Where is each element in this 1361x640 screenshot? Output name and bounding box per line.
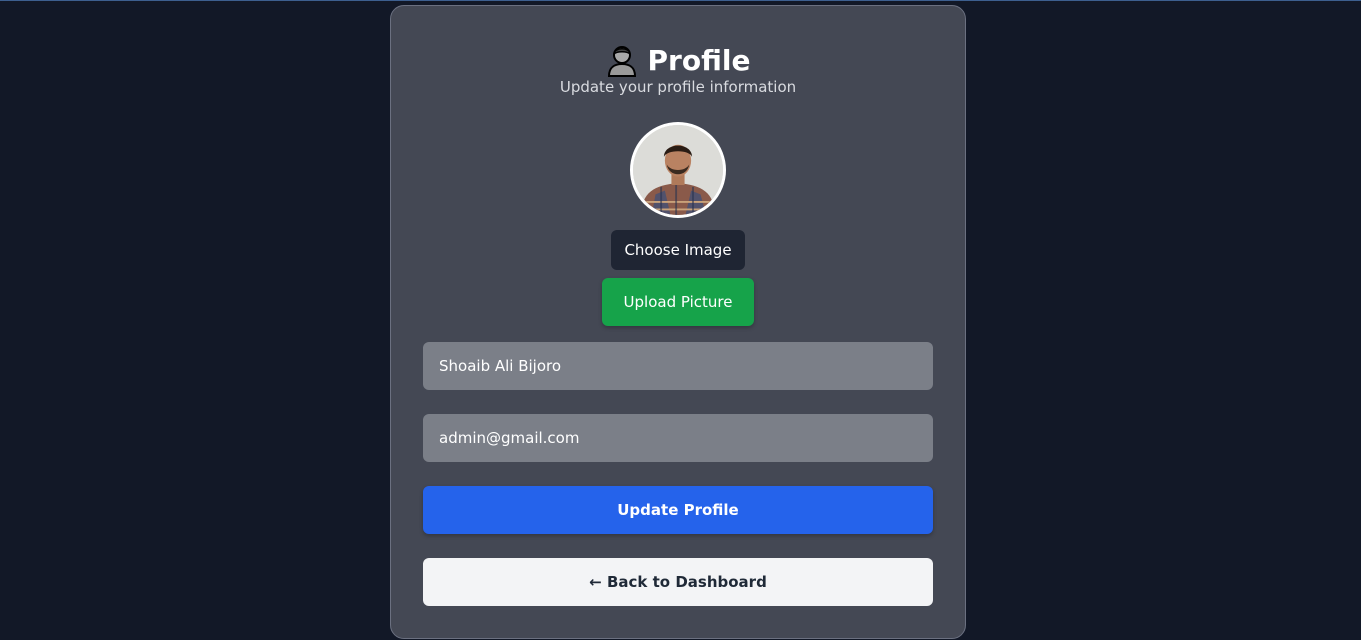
upload-picture-button[interactable]: Upload Picture — [602, 278, 754, 326]
avatar — [630, 122, 726, 218]
title-text: Profile — [647, 43, 751, 77]
choose-image-button[interactable]: Choose Image — [611, 230, 745, 270]
top-border-line — [0, 0, 1361, 1]
email-field[interactable] — [423, 414, 933, 462]
page-subtitle: Update your profile information — [559, 78, 797, 96]
profile-card: Profile Update your profile information … — [390, 5, 966, 639]
update-profile-button[interactable]: Update Profile — [423, 486, 933, 534]
name-field[interactable] — [423, 342, 933, 390]
back-to-dashboard-button[interactable]: ← Back to Dashboard — [423, 558, 933, 606]
person-icon — [606, 43, 638, 77]
page-title: Profile — [391, 40, 965, 80]
